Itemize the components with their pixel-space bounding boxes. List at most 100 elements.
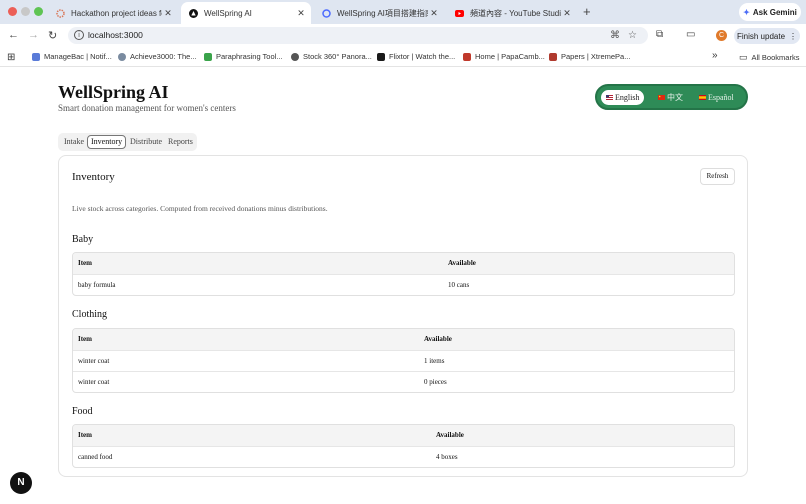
tab-inventory[interactable]: Inventory [87, 135, 127, 149]
table-row: winter coat 1 items [73, 350, 734, 371]
category-heading-food: Food [72, 406, 93, 417]
column-header-available: Available [436, 431, 464, 439]
cell-available: 1 items [424, 357, 445, 365]
table-row: baby formula 10 cans [73, 274, 734, 295]
bookmark-managebac[interactable]: ManageBac | Notif... [32, 52, 112, 61]
cell-item: winter coat [78, 357, 110, 365]
baby-table: Item Available baby formula 10 cans [72, 252, 735, 296]
nextjs-dev-badge[interactable]: N [10, 472, 32, 494]
gemini-sparkle-icon: ✦ [743, 7, 750, 17]
tab-title: Hackathon project ideas for s [71, 8, 162, 18]
cast-icon[interactable]: ▭ [686, 29, 695, 40]
extensions-icon[interactable]: ⧉ [656, 29, 663, 40]
maximize-window-icon[interactable] [34, 7, 43, 16]
finish-update-label: Finish update [736, 31, 786, 41]
table-header-row: Item Available [73, 425, 734, 446]
cell-item: canned food [78, 453, 113, 461]
browser-tab-guide[interactable]: WellSpring AI項目搭建指南说明 ✕ [314, 2, 444, 24]
reload-icon[interactable]: ↻ [48, 29, 57, 42]
clothing-table: Item Available winter coat 1 items winte… [72, 328, 735, 393]
language-spanish-button[interactable]: Español [694, 90, 739, 105]
us-flag-icon [606, 95, 613, 100]
inventory-title: Inventory [72, 171, 115, 183]
bookmark-xtremepapers[interactable]: Papers | XtremePa... [549, 52, 630, 61]
refresh-button[interactable]: Refresh [700, 168, 735, 185]
close-tab-icon[interactable]: ✕ [561, 8, 573, 19]
translate-icon[interactable]: ⌘ [610, 30, 620, 41]
back-arrow-icon[interactable]: ← [8, 29, 19, 41]
category-heading-baby: Baby [72, 234, 94, 245]
table-row: canned food 4 boxes [73, 446, 734, 467]
bookmarks-bar: ⊞ ManageBac | Notif... Achieve3000: The.… [0, 47, 806, 67]
column-header-item: Item [78, 431, 92, 439]
claude-icon [56, 8, 65, 18]
browser-tab-hackathon[interactable]: Hackathon project ideas for s ✕ [48, 2, 178, 24]
language-switcher: English 中文 Español [595, 84, 748, 110]
ask-gemini-label: Ask Gemini [752, 7, 797, 17]
xtremepapers-icon [549, 52, 557, 61]
column-header-available: Available [424, 335, 452, 343]
browser-tab-wellspring[interactable]: WellSpring AI ✕ [181, 2, 311, 24]
address-bar[interactable]: i localhost:3000 ⌘ ☆ [68, 27, 648, 44]
url-text: localhost:3000 [88, 30, 143, 40]
chat-favicon-icon [322, 8, 331, 18]
table-header-row: Item Available [73, 329, 734, 350]
bookmark-paraphrasing[interactable]: Paraphrasing Tool... [204, 52, 283, 61]
youtube-icon [455, 9, 464, 18]
more-menu-icon: ⋮ [789, 31, 798, 41]
flixtor-icon [377, 52, 385, 61]
language-chinese-button[interactable]: 中文 [653, 90, 688, 105]
site-info-icon[interactable]: i [74, 30, 84, 40]
tab-title: 頻道內容 - YouTube Studio [470, 8, 561, 18]
category-heading-clothing: Clothing [72, 309, 108, 320]
cell-available: 10 cans [448, 281, 470, 289]
browser-tab-youtube[interactable]: 頻道內容 - YouTube Studio ✕ [447, 2, 577, 24]
table-header-row: Item Available [73, 253, 734, 274]
bookmark-flixtor[interactable]: Flixtor | Watch the... [377, 52, 455, 61]
page-title: WellSpring AI [58, 82, 169, 102]
inventory-description: Live stock across categories. Computed f… [72, 204, 328, 213]
bookmark-star-icon[interactable]: ☆ [628, 30, 637, 41]
bookmark-achieve3000[interactable]: Achieve3000: The... [118, 52, 197, 61]
language-english-button[interactable]: English [601, 90, 645, 105]
close-tab-icon[interactable]: ✕ [295, 8, 307, 19]
paraphrasing-icon [204, 52, 212, 61]
ask-gemini-button[interactable]: ✦ Ask Gemini [739, 3, 801, 21]
table-row: winter coat 0 pieces [73, 371, 734, 392]
globe-icon [291, 52, 299, 61]
cell-item: winter coat [78, 378, 110, 386]
tab-distribute[interactable]: Distribute [127, 135, 165, 149]
profile-avatar[interactable]: C [716, 30, 727, 41]
forward-arrow-icon[interactable]: → [28, 29, 39, 41]
managebac-icon [32, 52, 40, 61]
spain-flag-icon [699, 95, 706, 100]
bookmarks-overflow-icon[interactable]: » [712, 50, 718, 61]
finish-update-button[interactable]: Finish update ⋮ [734, 28, 800, 44]
tab-title: WellSpring AI [204, 8, 252, 18]
inventory-card: Inventory Refresh Live stock across cate… [58, 155, 748, 477]
tab-title: WellSpring AI項目搭建指南说明 [337, 8, 428, 18]
china-flag-icon [658, 95, 665, 100]
bookmark-stock360[interactable]: Stock 360° Panora... [291, 52, 372, 61]
all-bookmarks[interactable]: ▭ All Bookmarks [739, 52, 799, 63]
tab-intake[interactable]: Intake [61, 135, 87, 149]
close-tab-icon[interactable]: ✕ [162, 8, 174, 19]
browser-toolbar: ← → ↻ i localhost:3000 ⌘ ☆ ⧉ ▭ C Finish … [0, 24, 806, 47]
achieve3000-icon [118, 52, 126, 61]
tab-reports[interactable]: Reports [165, 135, 196, 149]
close-window-icon[interactable] [8, 7, 17, 16]
minimize-window-icon[interactable] [21, 7, 30, 16]
food-table: Item Available canned food 4 boxes [72, 424, 735, 468]
new-tab-button[interactable]: + [583, 4, 591, 19]
browser-tab-strip: Hackathon project ideas for s ✕ WellSpri… [0, 0, 806, 24]
apps-grid-icon[interactable]: ⊞ [7, 52, 15, 63]
app-page: WellSpring AI Smart donation management … [0, 68, 806, 504]
app-favicon-icon [189, 8, 198, 18]
folder-icon: ▭ [739, 52, 748, 62]
cell-available: 0 pieces [424, 378, 447, 386]
bookmark-papacambridge[interactable]: Home | PapaCamb... [463, 52, 545, 61]
close-tab-icon[interactable]: ✕ [428, 8, 440, 19]
cell-item: baby formula [78, 281, 116, 289]
page-subtitle: Smart donation management for women's ce… [58, 103, 236, 113]
papacambridge-icon [463, 52, 471, 61]
